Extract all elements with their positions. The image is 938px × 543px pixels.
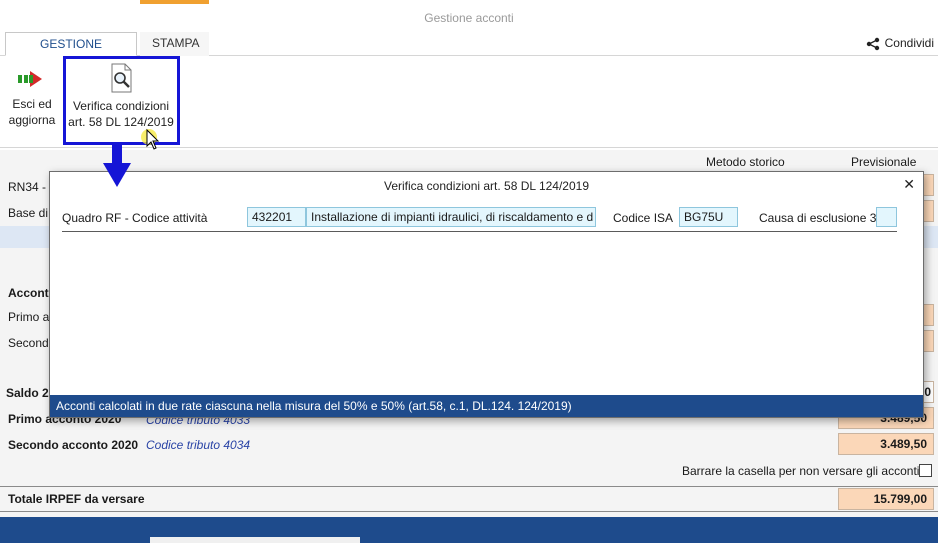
- window-title: Gestione acconti: [424, 11, 514, 25]
- row-rn34-label: RN34 - I: [8, 180, 53, 194]
- footer-tab: [150, 537, 360, 543]
- tab-gestione-acconti[interactable]: GESTIONE ACCONTI: [5, 32, 137, 74]
- col-header-previsionale: Previsionale: [851, 155, 917, 169]
- causa-esclusione-label: Causa di esclusione 3: [759, 211, 877, 225]
- secondo-codice-tributo: Codice tributo 4034: [146, 438, 251, 452]
- exit-button-label-1: Esci ed: [12, 97, 52, 111]
- section-acconti-label: Acconti: [8, 286, 53, 300]
- dialog-divider: [62, 231, 897, 232]
- no-acconti-checkbox-label: Barrare la casella per non versare gli a…: [682, 464, 920, 478]
- close-icon[interactable]: ✕: [903, 176, 915, 193]
- secondo-acconto-value: 3.489,50: [838, 433, 934, 455]
- row-primo-label: Primo a: [8, 310, 50, 324]
- exit-button-label-2: aggiorna: [8, 113, 56, 127]
- causa-esclusione-field[interactable]: [876, 207, 897, 227]
- tab-stampa[interactable]: STAMPA: [140, 32, 209, 56]
- dialog-status-bar: Acconti calcolati in due rate ciascuna n…: [50, 395, 923, 417]
- window-titlebar: Gestione acconti: [0, 0, 938, 32]
- descrizione-attivita-field[interactable]: Installazione di impianti idraulici, di …: [306, 207, 596, 227]
- mouse-cursor-icon: [141, 128, 160, 150]
- secondo-acconto-label: Secondo acconto 2020: [8, 438, 139, 452]
- exit-arrow-icon: [18, 71, 42, 87]
- codice-isa-field[interactable]: BG75U: [679, 207, 738, 227]
- totale-label: Totale IRPEF da versare: [8, 492, 145, 506]
- footer-bar: [0, 517, 938, 543]
- share-label: Condividi: [884, 36, 934, 50]
- arrow-down-icon: [103, 143, 131, 187]
- dialog-title: Verifica condizioni art. 58 DL 124/2019: [383, 179, 590, 193]
- codice-isa-label: Codice ISA: [613, 211, 674, 225]
- totale-row: Totale IRPEF da versare 15.799,00: [0, 486, 938, 512]
- no-acconti-checkbox[interactable]: [919, 464, 932, 477]
- codice-attivita-field[interactable]: 432201: [247, 207, 306, 227]
- quadro-rf-label: Quadro RF - Codice attività: [62, 211, 208, 225]
- ribbon-tab-strip: GESTIONE ACCONTI STAMPA: [0, 32, 938, 74]
- row-base-label: Base di: [8, 206, 49, 220]
- exit-update-button[interactable]: Esci ed aggiorna: [4, 68, 60, 128]
- share-icon: [867, 37, 880, 51]
- col-header-storico: Metodo storico: [706, 155, 785, 169]
- share-button[interactable]: Condividi: [865, 36, 934, 51]
- totale-value: 15.799,00: [838, 488, 934, 510]
- verify-button-highlight: [63, 56, 180, 145]
- active-tab-indicator: [140, 0, 209, 4]
- verify-conditions-dialog: Verifica condizioni art. 58 DL 124/2019 …: [49, 171, 924, 418]
- saldo-label: Saldo 2: [6, 386, 49, 400]
